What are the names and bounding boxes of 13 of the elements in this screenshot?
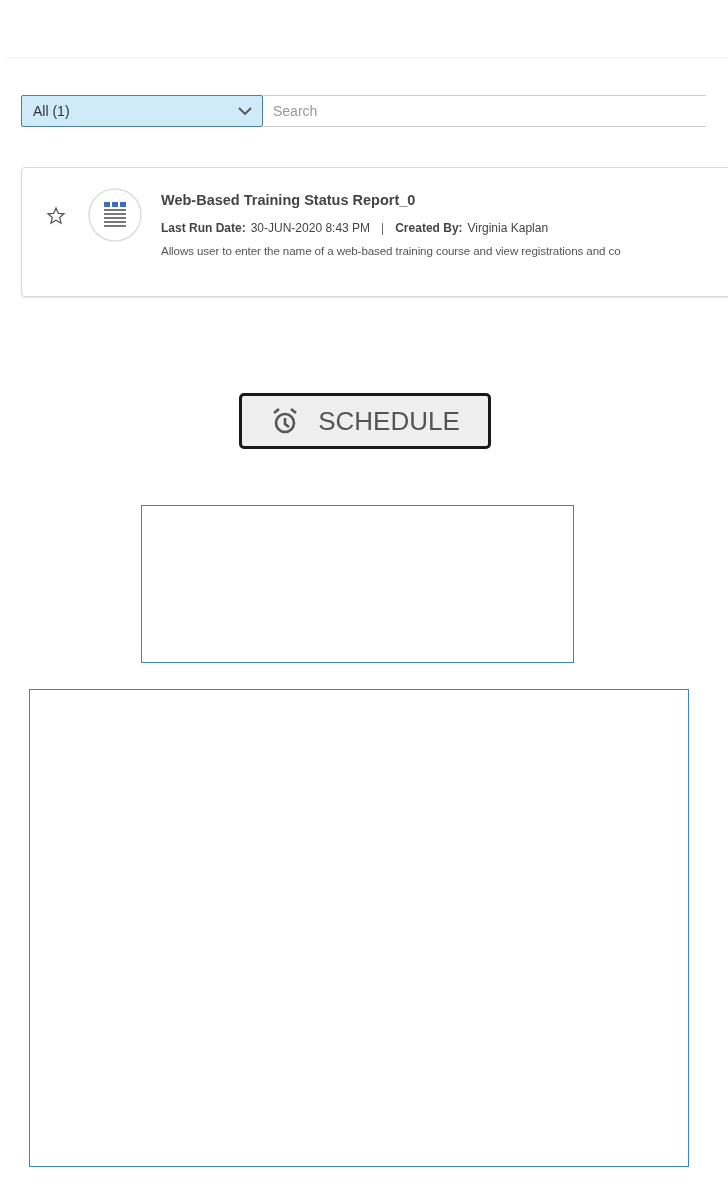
filter-dropdown[interactable]: All (1) [21, 95, 263, 127]
meta-value: Virginia Kaplan [467, 221, 549, 235]
report-grid-icon [88, 188, 142, 242]
meta-label: Last Run Date: [161, 221, 246, 235]
search-field[interactable]: Search [263, 95, 706, 127]
meta-separator: | [381, 221, 385, 235]
report-title-link[interactable]: Web-Based Training Status Report_0 [161, 192, 701, 208]
star-icon[interactable] [46, 206, 66, 226]
meta-value: 30-JUN-2020 8:43 PM [250, 221, 371, 235]
meta-label: Created By: [395, 221, 463, 235]
chevron-icon [238, 106, 252, 116]
report-description: Allows user to enter the name of a web-based training course and view registrations and co [161, 244, 622, 257]
schedule-button[interactable]: SCHEDULE [239, 393, 491, 449]
